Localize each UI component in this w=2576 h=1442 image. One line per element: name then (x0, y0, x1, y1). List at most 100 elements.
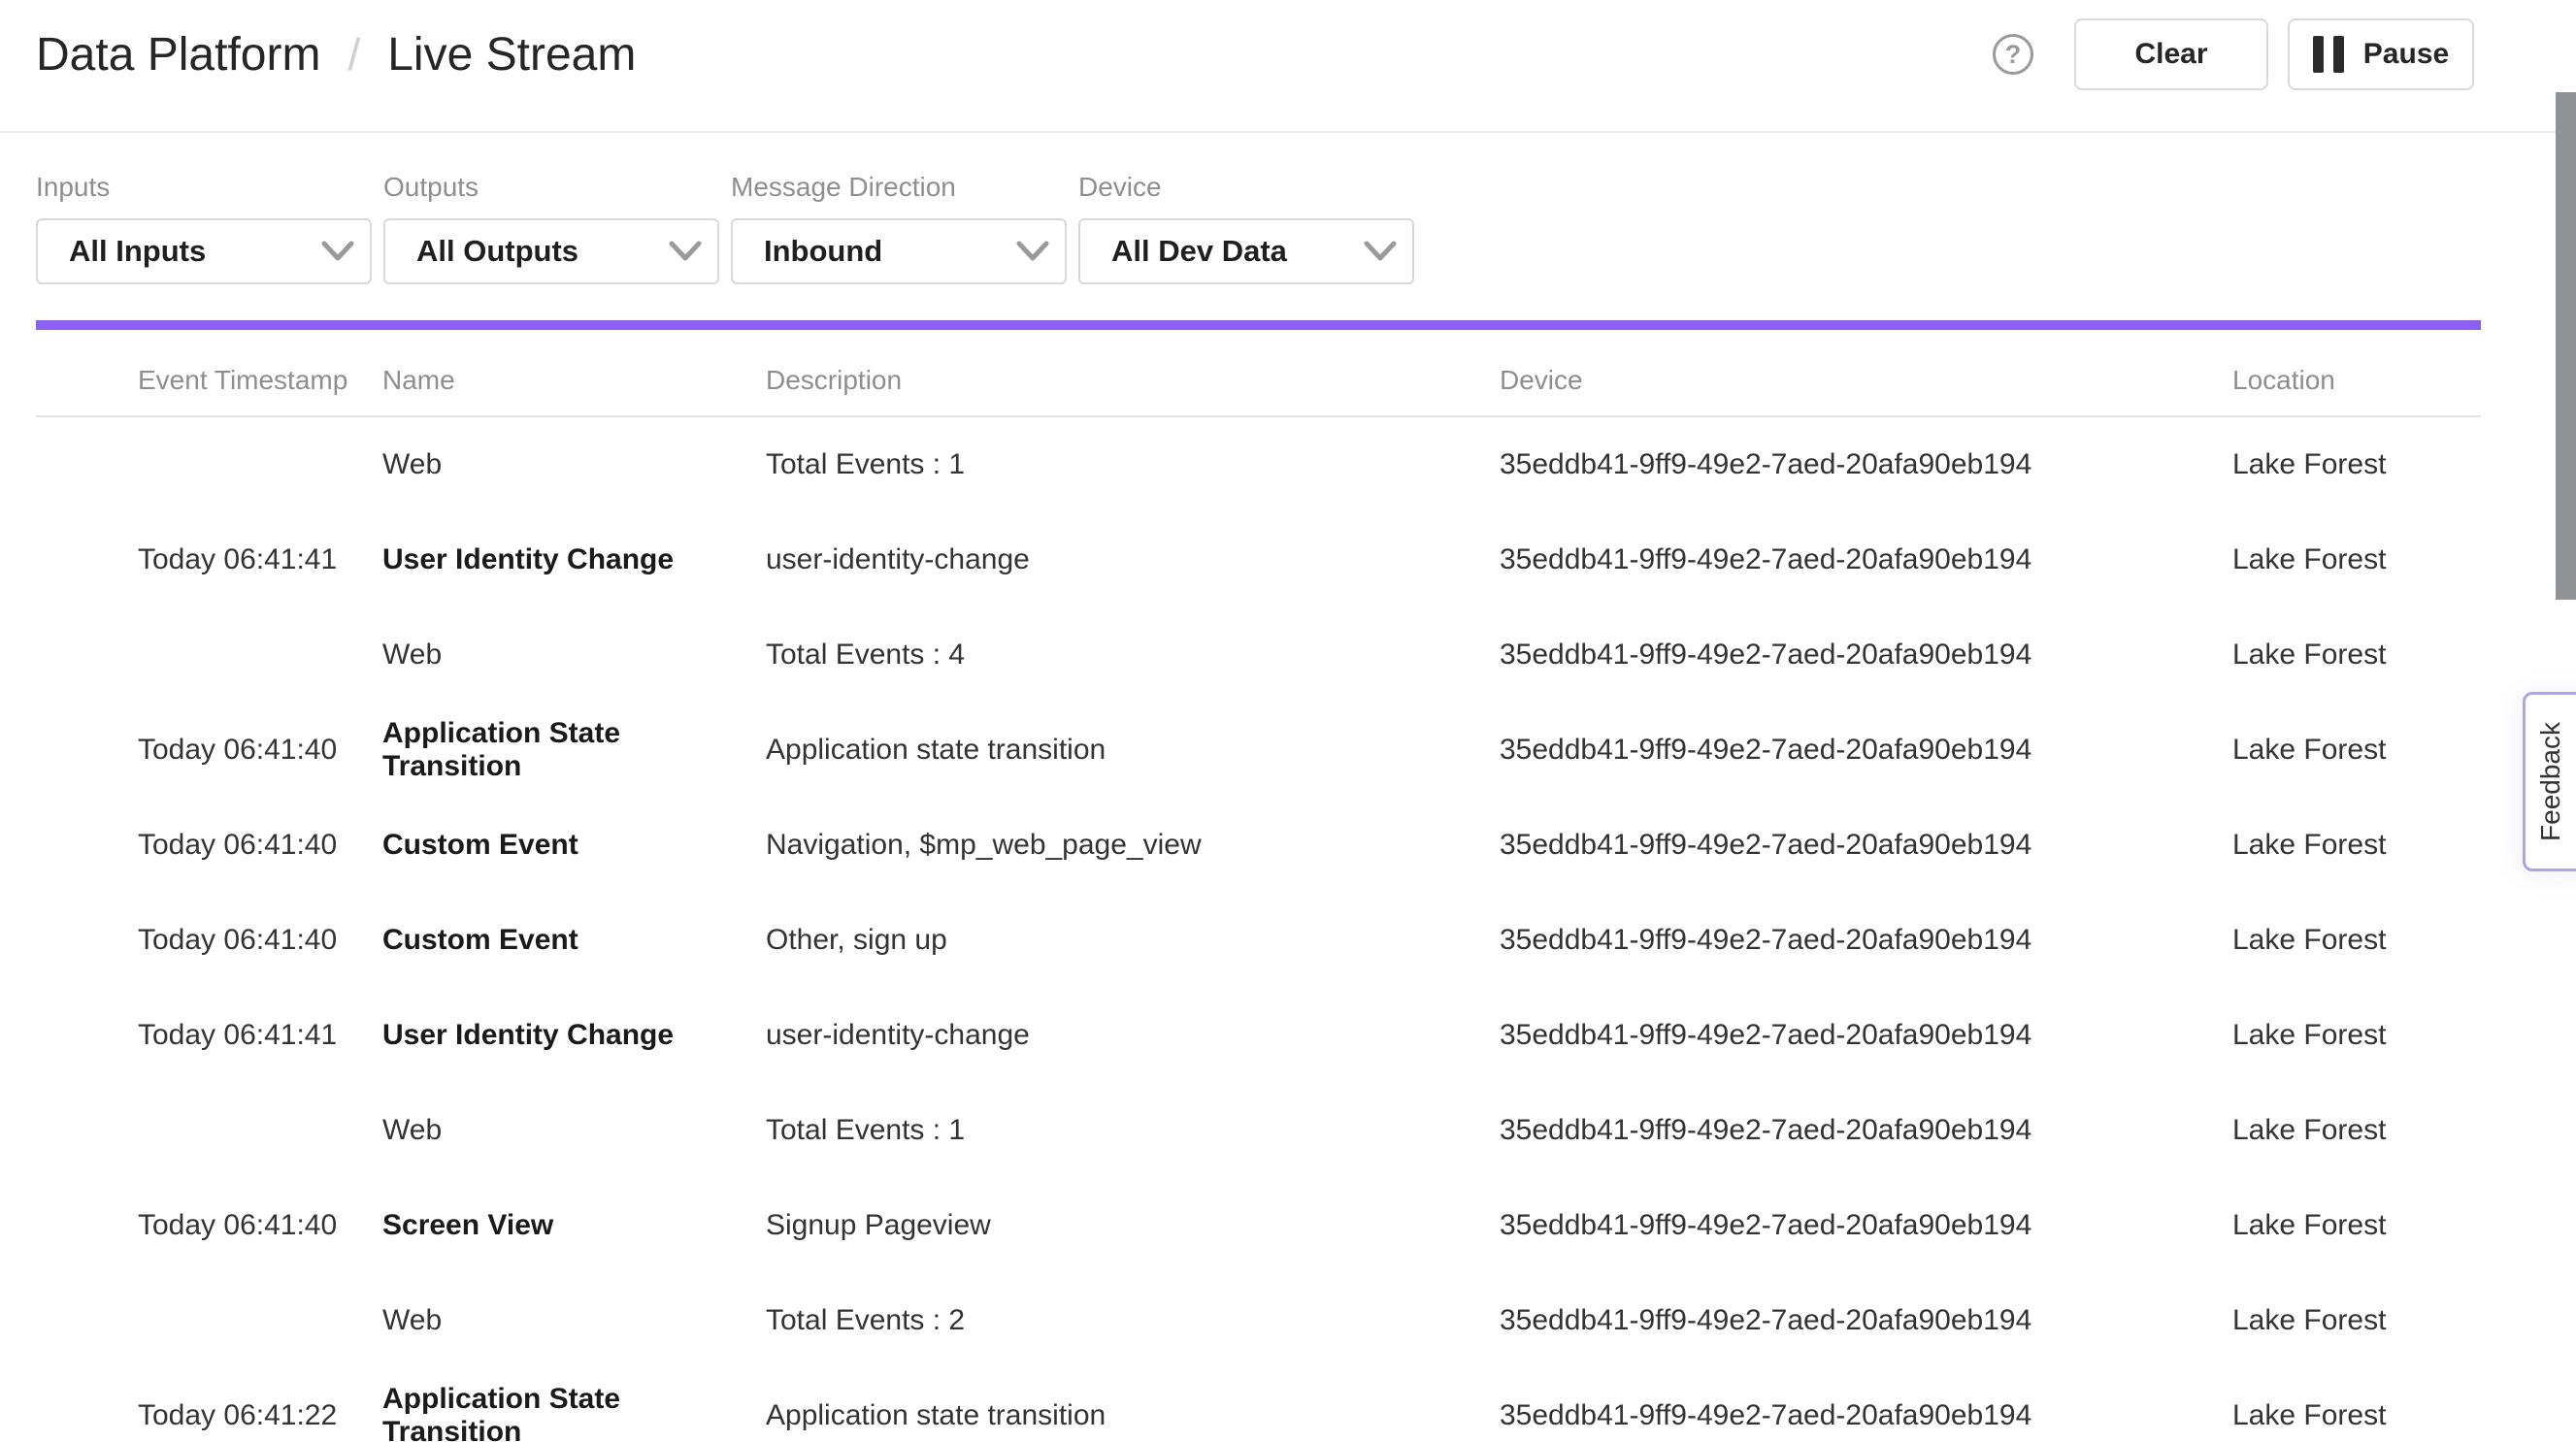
chevron-down-icon (321, 241, 354, 262)
event-location-cell: Lake Forest (2232, 1399, 2481, 1432)
table-row[interactable]: Today 06:41:40 Application State Transit… (36, 703, 2481, 798)
pause-icon (2313, 36, 2344, 73)
table-header-timestamp: Event Timestamp (138, 365, 382, 396)
event-name-cell: Screen View (382, 1209, 766, 1242)
event-location-cell: Lake Forest (2232, 1304, 2481, 1337)
event-device-cell: 35eddb41-9ff9-49e2-7aed-20afa90eb194 (1500, 448, 2232, 481)
expand-cell (36, 1019, 138, 1052)
event-device-cell: 35eddb41-9ff9-49e2-7aed-20afa90eb194 (1500, 829, 2232, 862)
breadcrumb: Data Platform / Live Stream (36, 28, 636, 82)
table-header-name: Name (382, 365, 766, 396)
table-row[interactable]: Today 06:41:41 User Identity Change user… (36, 988, 2481, 1083)
breadcrumb-section[interactable]: Data Platform (36, 28, 320, 82)
event-description-cell: Total Events : 4 (766, 639, 1500, 672)
header-actions: ? Clear Pause (1993, 18, 2474, 90)
event-description-cell: Application state transition (766, 1399, 1500, 1432)
event-description-cell: Other, sign up (766, 924, 1500, 957)
event-device-cell: 35eddb41-9ff9-49e2-7aed-20afa90eb194 (1500, 1304, 2232, 1337)
page-title: Live Stream (387, 28, 636, 82)
live-stream-page: Data Platform / Live Stream ? Clear Paus… (0, 0, 2576, 1442)
chevron-down-icon (1364, 241, 1397, 262)
event-device-cell: 35eddb41-9ff9-49e2-7aed-20afa90eb194 (1500, 924, 2232, 957)
event-location-cell: Lake Forest (2232, 924, 2481, 957)
event-description-cell: user-identity-change (766, 1019, 1500, 1052)
inputs-dropdown[interactable]: All Inputs (36, 218, 372, 284)
expand-cell (36, 639, 138, 672)
expand-cell (36, 829, 138, 862)
filter-message-direction-label: Message Direction (731, 171, 1067, 203)
event-location-cell: Lake Forest (2232, 829, 2481, 862)
device-dropdown-value: All Dev Data (1111, 234, 1287, 269)
table-row[interactable]: Today 06:41:40 Custom Event Other, sign … (36, 893, 2481, 988)
table-header-description: Description (766, 365, 1500, 396)
event-location-cell: Lake Forest (2232, 1114, 2481, 1147)
event-device-cell: 35eddb41-9ff9-49e2-7aed-20afa90eb194 (1500, 639, 2232, 672)
event-description-cell: Application state transition (766, 734, 1500, 767)
event-timestamp-cell: Today 06:41:22 (138, 1399, 382, 1432)
event-name-cell: Web (382, 1114, 766, 1147)
event-name-cell: Web (382, 448, 766, 481)
filter-outputs-label: Outputs (383, 171, 719, 203)
event-name-cell: Application State Transition (382, 717, 766, 783)
event-name-cell: Custom Event (382, 924, 766, 957)
table-row[interactable]: Web Total Events : 2 35eddb41-9ff9-49e2-… (36, 1273, 2481, 1368)
expand-cell (36, 1114, 138, 1147)
event-location-cell: Lake Forest (2232, 734, 2481, 767)
event-location-cell: Lake Forest (2232, 1019, 2481, 1052)
event-timestamp-cell: Today 06:41:41 (138, 543, 382, 576)
vertical-scrollbar-thumb[interactable] (2556, 92, 2576, 600)
expand-cell (36, 543, 138, 576)
table-header-device: Device (1500, 365, 2232, 396)
event-timestamp-cell: Today 06:41:41 (138, 1019, 382, 1052)
event-device-cell: 35eddb41-9ff9-49e2-7aed-20afa90eb194 (1500, 1399, 2232, 1432)
event-timestamp-cell: Today 06:41:40 (138, 924, 382, 957)
event-name-cell: User Identity Change (382, 543, 766, 576)
filter-bar: Inputs All Inputs Outputs All Outputs Me… (36, 171, 1414, 284)
event-name-cell: Web (382, 639, 766, 672)
event-name-cell: Custom Event (382, 829, 766, 862)
feedback-tab[interactable]: Feedback (2523, 692, 2576, 871)
table-row[interactable]: Web Total Events : 1 35eddb41-9ff9-49e2-… (36, 1083, 2481, 1178)
filter-message-direction: Message Direction Inbound (731, 171, 1067, 284)
event-timestamp-cell: Today 06:41:40 (138, 1209, 382, 1242)
expand-cell (36, 1209, 138, 1242)
event-name-cell: User Identity Change (382, 1019, 766, 1052)
clear-button[interactable]: Clear (2074, 18, 2268, 90)
page-header: Data Platform / Live Stream ? Clear Paus… (0, 0, 2556, 133)
pause-button-label: Pause (2363, 38, 2449, 71)
device-dropdown[interactable]: All Dev Data (1078, 218, 1414, 284)
event-table: Event Timestamp Name Description Device … (36, 344, 2481, 1442)
event-description-cell: Total Events : 1 (766, 1114, 1500, 1147)
inputs-dropdown-value: All Inputs (69, 234, 206, 269)
event-timestamp-cell: Today 06:41:40 (138, 734, 382, 767)
outputs-dropdown[interactable]: All Outputs (383, 218, 719, 284)
expand-cell (36, 1399, 138, 1432)
breadcrumb-separator: / (347, 28, 360, 81)
filter-outputs: Outputs All Outputs (383, 171, 719, 284)
table-row[interactable]: Today 06:41:40 Screen View Signup Pagevi… (36, 1178, 2481, 1273)
table-row[interactable]: Today 06:41:40 Custom Event Navigation, … (36, 798, 2481, 893)
event-description-cell: user-identity-change (766, 543, 1500, 576)
table-row[interactable]: Today 06:41:22 Application State Transit… (36, 1368, 2481, 1442)
expand-cell (36, 448, 138, 481)
chevron-down-icon (1016, 241, 1049, 262)
event-timestamp-cell: Today 06:41:40 (138, 829, 382, 862)
event-device-cell: 35eddb41-9ff9-49e2-7aed-20afa90eb194 (1500, 734, 2232, 767)
table-row[interactable]: Web Total Events : 4 35eddb41-9ff9-49e2-… (36, 607, 2481, 703)
event-device-cell: 35eddb41-9ff9-49e2-7aed-20afa90eb194 (1500, 1019, 2232, 1052)
help-icon[interactable]: ? (1993, 34, 2033, 75)
event-description-cell: Navigation, $mp_web_page_view (766, 829, 1500, 862)
chevron-down-icon (669, 241, 702, 262)
event-device-cell: 35eddb41-9ff9-49e2-7aed-20afa90eb194 (1500, 1209, 2232, 1242)
message-direction-dropdown[interactable]: Inbound (731, 218, 1067, 284)
pause-button[interactable]: Pause (2288, 18, 2474, 90)
table-row[interactable]: Today 06:41:41 User Identity Change user… (36, 512, 2481, 607)
event-location-cell: Lake Forest (2232, 639, 2481, 672)
feedback-tab-label: Feedback (2535, 722, 2566, 841)
expand-cell (36, 924, 138, 957)
table-header-location: Location (2232, 365, 2481, 396)
table-row[interactable]: Web Total Events : 1 35eddb41-9ff9-49e2-… (36, 417, 2481, 512)
event-device-cell: 35eddb41-9ff9-49e2-7aed-20afa90eb194 (1500, 1114, 2232, 1147)
event-description-cell: Signup Pageview (766, 1209, 1500, 1242)
event-device-cell: 35eddb41-9ff9-49e2-7aed-20afa90eb194 (1500, 543, 2232, 576)
